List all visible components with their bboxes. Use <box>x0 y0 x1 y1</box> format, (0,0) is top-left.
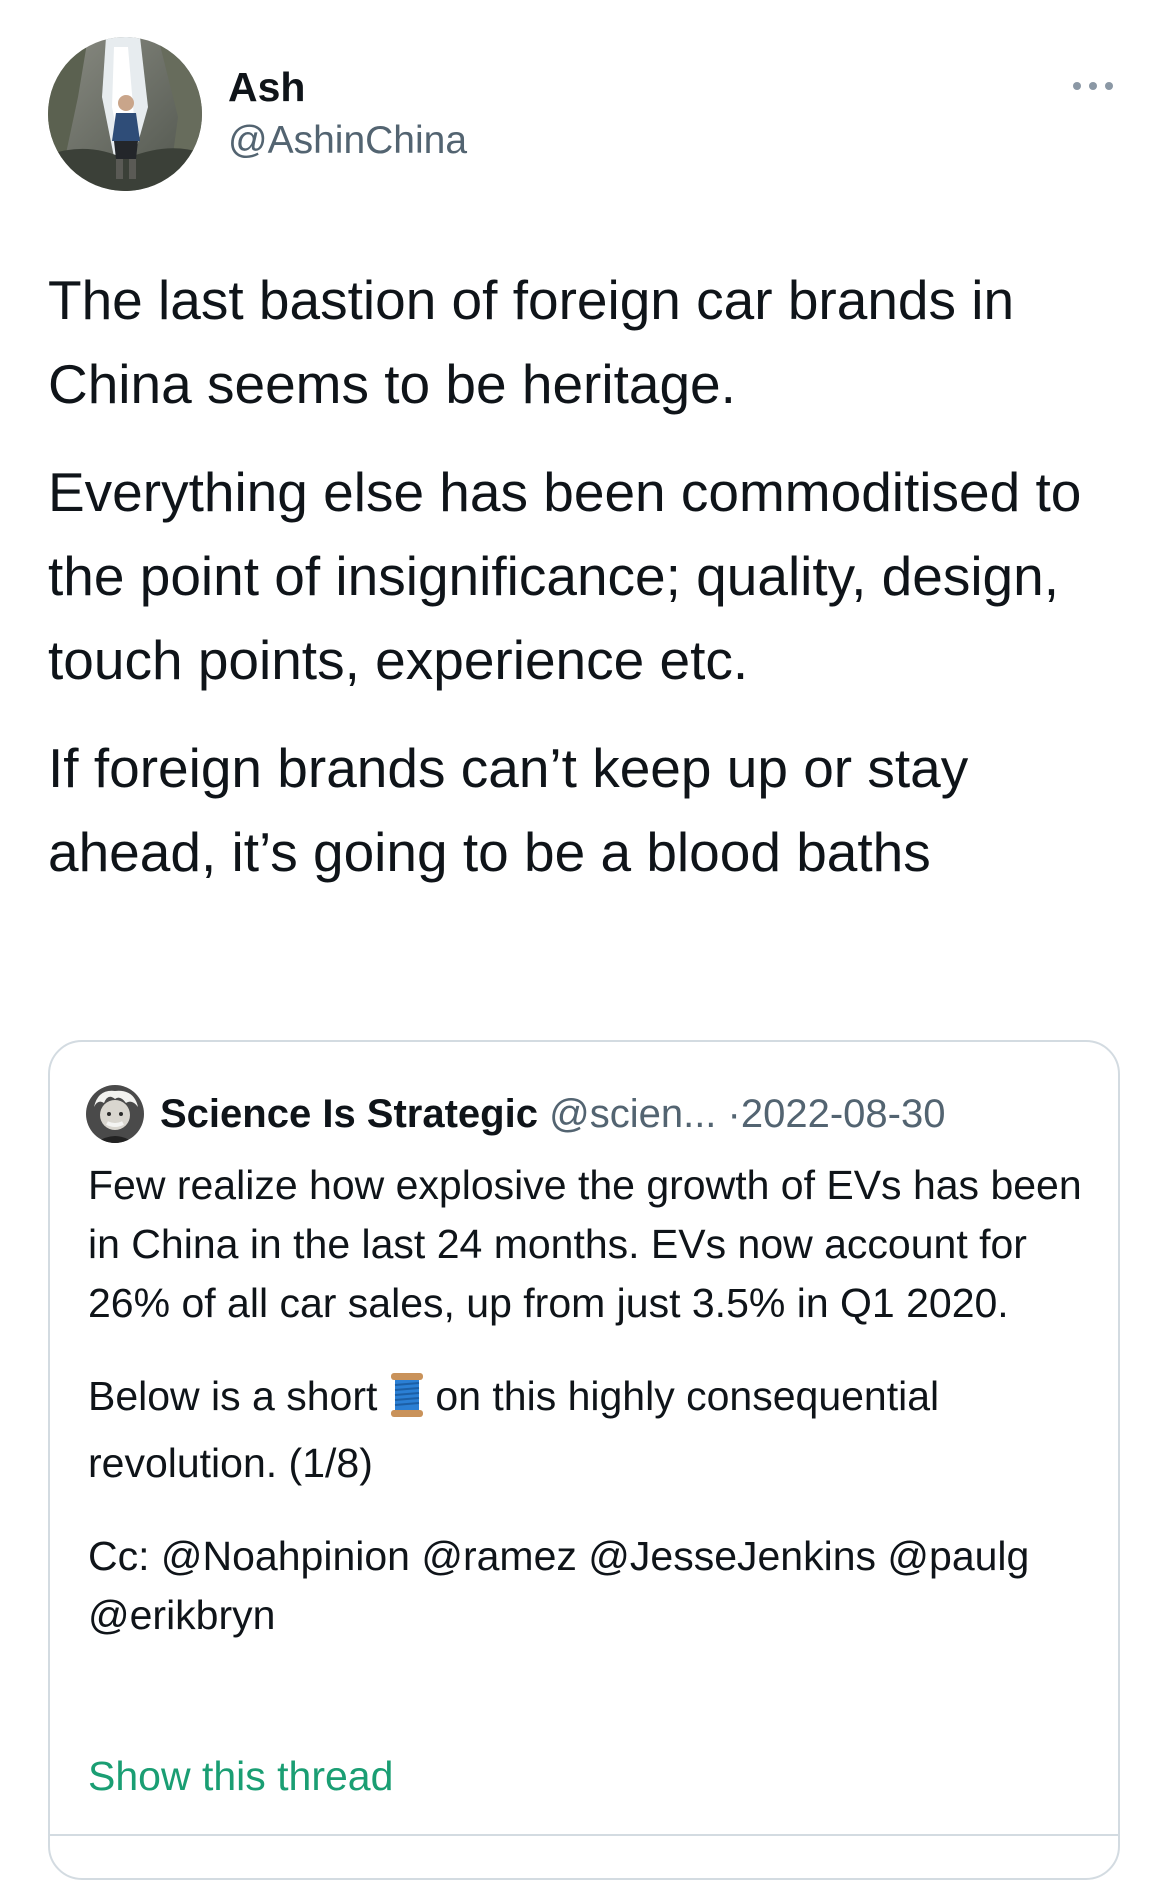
card-divider <box>50 1834 1118 1836</box>
quoted-author-name[interactable]: Science Is Strategic <box>160 1092 538 1136</box>
tweet-text: The last bastion of foreign car brands i… <box>48 258 1128 918</box>
show-thread-link[interactable]: Show this thread <box>88 1748 393 1804</box>
quoted-paragraph: Few realize how explosive the growth of … <box>88 1162 1082 1326</box>
quoted-text-segment: Below is a short <box>88 1373 378 1419</box>
author-name[interactable]: Ash <box>228 62 305 112</box>
quoted-paragraph: Cc: @Noahpinion @ramez @JesseJenkins @pa… <box>88 1533 1030 1638</box>
author-avatar[interactable] <box>48 37 202 191</box>
quoted-tweet-header: Science Is Strategic @scien... ·2022-08-… <box>160 1088 945 1140</box>
thread-spool-icon <box>389 1372 425 1434</box>
tweet-paragraph: Everything else has been commoditised to… <box>48 461 1082 691</box>
quoted-author-handle[interactable]: @scien... <box>549 1092 716 1136</box>
quoted-tweet-body: Few realize how explosive the growth of … <box>88 1156 1088 1679</box>
quoted-tweet-card[interactable]: Science Is Strategic @scien... ·2022-08-… <box>48 1040 1120 1880</box>
tweet-paragraph: If foreign brands can’t keep up or stay … <box>48 737 969 883</box>
tweet-paragraph: The last bastion of foreign car brands i… <box>48 269 1015 415</box>
quoted-author-avatar[interactable] <box>86 1085 144 1143</box>
author-handle[interactable]: @AshinChina <box>228 116 467 166</box>
quoted-paragraph: Below is a short on this highly consequen… <box>88 1367 1088 1493</box>
header-separator: · <box>727 1092 741 1136</box>
ellipsis-icon[interactable] <box>1068 72 1118 100</box>
quoted-tweet-date[interactable]: 2022-08-30 <box>741 1092 946 1136</box>
